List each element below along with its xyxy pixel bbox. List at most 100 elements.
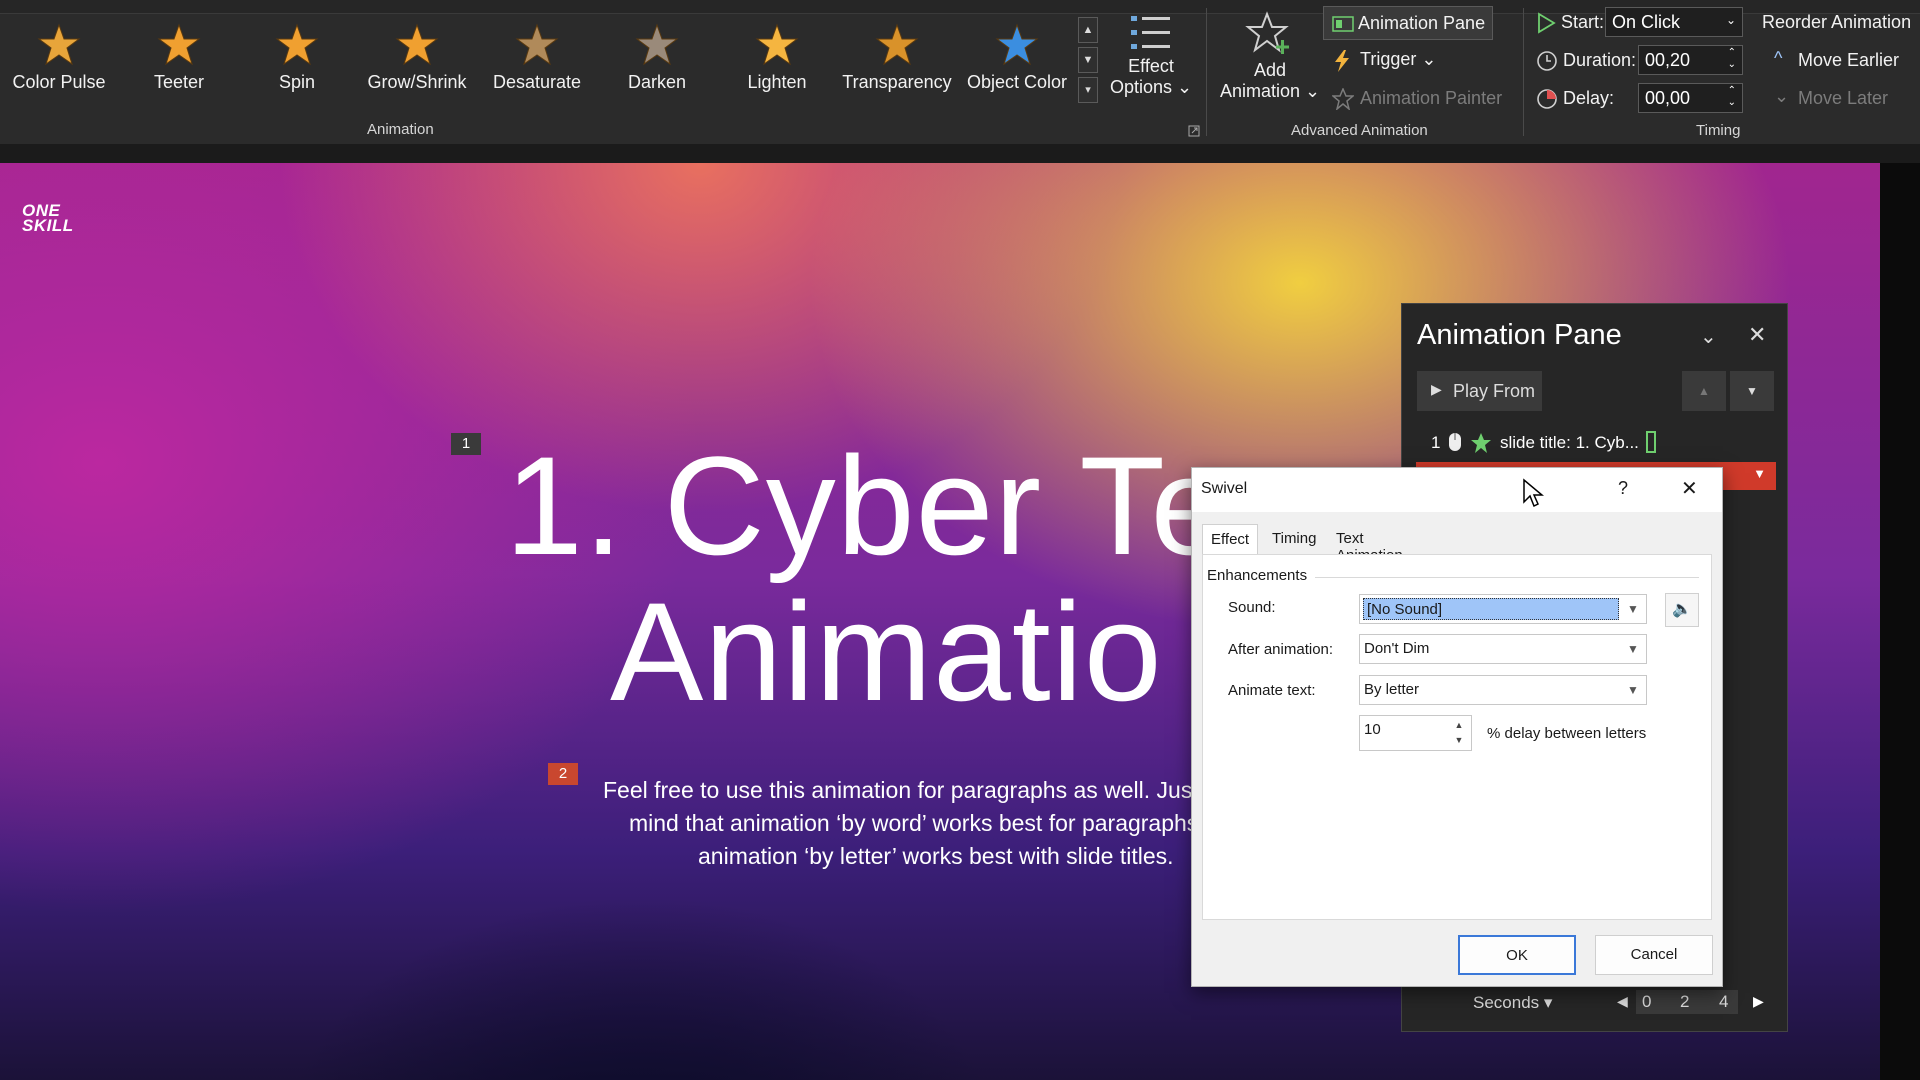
gallery-item-transparency[interactable]: Transparency	[838, 22, 956, 98]
after-animation-label: After animation:	[1228, 641, 1334, 658]
gallery-item-spin[interactable]: Spin	[238, 22, 356, 98]
move-earlier-label: Move Earlier	[1798, 50, 1900, 70]
close-icon[interactable]: ✕	[1748, 322, 1766, 348]
effect-options-icon	[1131, 16, 1170, 49]
animation-pane-title: Animation Pane	[1417, 319, 1622, 351]
animation-tag-2[interactable]: 2	[548, 763, 578, 785]
animation-tag-1[interactable]: 1	[451, 433, 481, 455]
dialog-titlebar[interactable]: Swivel ? ✕	[1192, 468, 1722, 512]
gallery-item-desaturate[interactable]: Desaturate	[478, 22, 596, 98]
animation-pane-icon	[1332, 16, 1354, 32]
workspace-gap	[0, 144, 1920, 163]
letter-delay-value: 10	[1364, 721, 1381, 738]
play-icon: ▶	[1431, 381, 1442, 397]
grow-shrink-icon	[395, 23, 439, 66]
move-up-button[interactable]: ▲	[1682, 371, 1726, 411]
body-text-line-2[interactable]: mind that animation ‘by word’ works best…	[629, 810, 1198, 837]
delay-input[interactable]: 00,00 ⌃ ⌄	[1638, 83, 1743, 113]
move-later-label: Move Later	[1798, 88, 1889, 108]
slide-title-line-1[interactable]: 1. Cyber Te	[505, 425, 1229, 587]
move-down-button[interactable]: ▼	[1730, 371, 1774, 411]
clock-icon	[1537, 51, 1557, 71]
gallery-item-darken[interactable]: Darken	[598, 22, 716, 98]
ok-button[interactable]: OK	[1458, 935, 1576, 975]
desaturate-icon	[515, 23, 559, 66]
letter-delay-input[interactable]: 10 ▲ ▼	[1359, 715, 1472, 751]
cancel-button[interactable]: Cancel	[1595, 935, 1713, 975]
play-from-button[interactable]: ▶ Play From	[1417, 371, 1542, 411]
darken-icon	[635, 23, 679, 66]
chevron-down-icon[interactable]: ▼	[1753, 466, 1766, 481]
sound-select[interactable]: [No Sound] ▼	[1359, 594, 1647, 624]
spinner-icon[interactable]: ▲ ▼	[1449, 718, 1469, 748]
gallery-item-teeter[interactable]: Teeter	[120, 22, 238, 98]
close-icon[interactable]: ✕	[1681, 476, 1698, 501]
letter-delay-suffix: % delay between letters	[1487, 725, 1647, 742]
gallery-item-label: Lighten	[747, 72, 807, 92]
tab-effect[interactable]: Effect	[1202, 524, 1259, 554]
tab-timing[interactable]: Timing	[1264, 524, 1324, 554]
move-earlier-button[interactable]: ^ Move Earlier	[1772, 48, 1900, 71]
tab-text-animation[interactable]: Text Animation	[1328, 524, 1411, 564]
speaker-button[interactable]: 🔈	[1665, 593, 1699, 627]
painter-star-icon	[1332, 88, 1354, 110]
body-text-line-1[interactable]: Feel free to use this animation for para…	[603, 777, 1217, 804]
timeline-left-arrow[interactable]: ◀	[1617, 993, 1628, 1010]
help-button[interactable]: ?	[1618, 478, 1628, 499]
trigger-label: Trigger ⌄	[1360, 49, 1437, 69]
effect-options-button[interactable]: Effect Options ⌄	[1108, 12, 1194, 98]
gallery-item-label: Darken	[627, 72, 687, 92]
animation-pane-label: Animation Pane	[1358, 13, 1486, 33]
timeline-tick-2: 2	[1680, 992, 1690, 1011]
gallery-more-button[interactable]: ▾	[1078, 77, 1098, 103]
animation-list-item[interactable]: 1 slide title: 1. Cyb...	[1416, 430, 1776, 458]
slide-title-line-2[interactable]: Animatio	[610, 571, 1163, 733]
gallery-item-label: Object Color	[966, 72, 1068, 92]
start-select[interactable]: On Click ⌄	[1605, 7, 1743, 37]
spinner-icon[interactable]: ⌃ ⌄	[1728, 85, 1736, 109]
animation-group-label: Animation	[367, 121, 434, 138]
spinner-icon[interactable]: ⌃ ⌄	[1728, 47, 1736, 71]
gallery-item-label: Spin	[278, 72, 316, 92]
seconds-dropdown[interactable]: Seconds ▾	[1473, 993, 1552, 1013]
add-animation-button[interactable]: Add Animation ⌄	[1216, 10, 1324, 102]
gallery-item-grow-shrink[interactable]: Grow/Shrink	[358, 22, 476, 98]
ribbon: Color Pulse Teeter Spin Grow/Shrink Desatura…	[0, 0, 1920, 144]
animate-text-select[interactable]: By letter ▼	[1359, 675, 1647, 705]
object-color-icon	[995, 23, 1039, 66]
move-later-button[interactable]: ⌄ Move Later	[1772, 86, 1889, 109]
trigger-button[interactable]: Trigger ⌄	[1330, 49, 1437, 72]
gallery-scroll-down-button[interactable]: ▼	[1078, 47, 1098, 73]
chevron-down-icon[interactable]: ⌄	[1700, 324, 1717, 349]
gallery-scroll-up-button[interactable]: ▲	[1078, 17, 1098, 43]
color-pulse-icon	[37, 23, 81, 66]
duration-value: 00,20	[1645, 50, 1691, 70]
gallery-item-label: Desaturate	[492, 72, 582, 92]
body-text-line-3[interactable]: animation ‘by letter’ works best with sl…	[698, 843, 1174, 870]
animation-painter-button[interactable]: Animation Painter	[1330, 88, 1502, 110]
gallery-item-label: Transparency	[842, 72, 952, 92]
logo-line-2: SKILL	[22, 216, 74, 235]
gallery-item-object-color[interactable]: Object Color	[958, 22, 1076, 98]
ribbon-separator	[1523, 8, 1524, 136]
add-star-icon	[1245, 11, 1289, 54]
animation-pane-button[interactable]: Animation Pane	[1323, 6, 1493, 40]
duration-input[interactable]: 00,20 ⌃ ⌄	[1638, 45, 1743, 75]
reorder-animation-label: Reorder Animation	[1762, 12, 1912, 32]
gallery-item-label: Color Pulse	[12, 72, 106, 92]
after-animation-select[interactable]: Don't Dim ▼	[1359, 634, 1647, 664]
timeline-right-arrow[interactable]: ▶	[1753, 993, 1764, 1010]
add-animation-label-2: Animation ⌄	[1219, 81, 1321, 101]
effect-tab-panel: Enhancements Sound: [No Sound] ▼ 🔈 After…	[1202, 554, 1712, 920]
timing-bar	[1646, 431, 1656, 453]
delay-label: Delay:	[1563, 88, 1615, 108]
dialog-title: Swivel	[1201, 480, 1248, 497]
mouse-icon	[1449, 433, 1461, 451]
gallery-item-color-pulse[interactable]: Color Pulse	[0, 22, 118, 98]
dialog-launcher-icon[interactable]	[1188, 125, 1200, 137]
effect-options-label-1: Effect	[1128, 56, 1174, 76]
gallery-item-lighten[interactable]: Lighten	[718, 22, 836, 98]
chevron-down-icon: ⌄	[1725, 13, 1736, 27]
swivel-effect-icon	[1471, 433, 1491, 453]
speaker-icon: 🔈	[1672, 601, 1692, 618]
